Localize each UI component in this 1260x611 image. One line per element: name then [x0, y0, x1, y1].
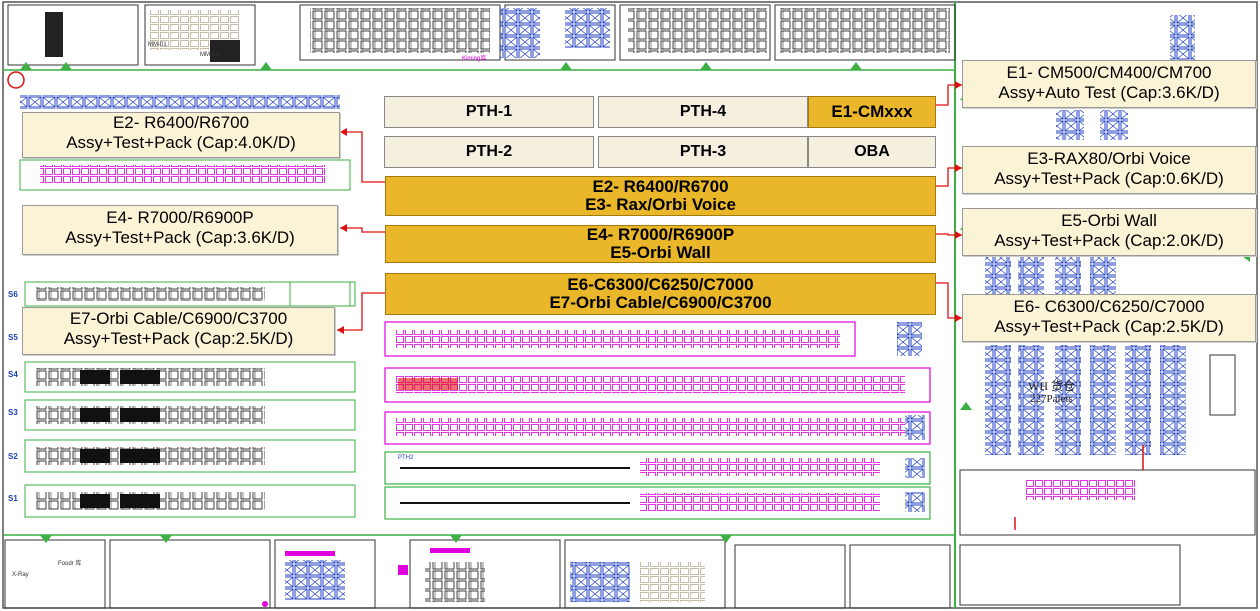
pth-tag-label: PTH2 [398, 455, 414, 461]
callout-e4-detail: Assy+Test+Pack (Cap:3.6K/D) [65, 228, 295, 248]
callout-e2: E2- R6400/R6700 Assy+Test+Pack (Cap:4.0K… [22, 112, 340, 158]
callout-e2-title: E2- R6400/R6700 [112, 113, 250, 132]
smt-label-s5: S5 [8, 333, 18, 342]
line-e4-e5: E4- R7000/R6900P E5-Orbi Wall [385, 225, 936, 263]
line-pth2: PTH-2 [384, 136, 594, 168]
line-pth1: PTH-1 [384, 96, 594, 128]
line-e1: E1-CMxxx [808, 96, 936, 128]
line-oba: OBA [808, 136, 936, 168]
xray-label: X-Ray [12, 572, 29, 578]
line-e4-label: E4- R7000/R6900P [586, 225, 735, 245]
callout-e6-detail: Assy+Test+Pack (Cap:2.5K/D) [994, 317, 1224, 337]
mm02-label: MM-02 [200, 52, 219, 58]
smt-label-s3: S3 [8, 408, 18, 417]
callout-e3-title: E3-RAX80/Orbi Voice [1027, 149, 1191, 168]
callout-e1: E1- CM500/CM400/CM700 Assy+Auto Test (Ca… [962, 60, 1256, 108]
line-pth4: PTH-4 [598, 96, 808, 128]
callout-e3-detail: Assy+Test+Pack (Cap:0.6K/D) [994, 169, 1224, 189]
callout-e7-detail: Assy+Test+Pack (Cap:2.5K/D) [63, 329, 294, 349]
foodr-label: Foodr 库 [58, 561, 82, 567]
callout-e4: E4- R7000/R6900P Assy+Test+Pack (Cap:3.6… [22, 205, 338, 255]
line-e7-label: E7-Orbi Cable/C6900/C3700 [549, 293, 772, 312]
callout-e5-title: E5-Orbi Wall [1061, 211, 1157, 230]
callout-e2-detail: Assy+Test+Pack (Cap:4.0K/D) [66, 133, 296, 153]
callout-e6-title: E6- C6300/C6250/C7000 [1013, 297, 1205, 316]
line-pth3: PTH-3 [598, 136, 808, 168]
callout-e3: E3-RAX80/Orbi Voice Assy+Test+Pack (Cap:… [962, 146, 1256, 194]
line-e5-label: E5-Orbi Wall [610, 243, 711, 262]
line-e6-label: E6-C6300/C6250/C7000 [567, 275, 754, 295]
smt-label-s2: S2 [8, 452, 18, 461]
callout-e5: E5-Orbi Wall Assy+Test+Pack (Cap:2.0K/D) [962, 208, 1256, 256]
line-e2-e3: E2- R6400/R6700 E3- Rax/Orbi Voice [385, 176, 936, 216]
callout-e7: E7-Orbi Cable/C6900/C3700 Assy+Test+Pack… [22, 307, 335, 355]
callout-e5-detail: Assy+Test+Pack (Cap:2.0K/D) [994, 231, 1224, 251]
smt-label-s6: S6 [8, 290, 18, 299]
callout-e4-title: E4- R7000/R6900P [106, 208, 254, 227]
mm01-label: MM-01 [148, 42, 167, 48]
callout-e1-detail: Assy+Auto Test (Cap:3.6K/D) [998, 83, 1220, 103]
kiming-label: Kiming库 [462, 56, 487, 62]
line-e2-label: E2- R6400/R6700 [592, 177, 729, 197]
smt-label-s1: S1 [8, 494, 18, 503]
smt-label-s4: S4 [8, 370, 18, 379]
callout-e7-title: E7-Orbi Cable/C6900/C3700 [69, 309, 288, 328]
warehouse-pallets: 227Palets [1030, 393, 1073, 405]
line-e6-e7: E6-C6300/C6250/C7000 E7-Orbi Cable/C6900… [385, 273, 936, 315]
line-e3-label: E3- Rax/Orbi Voice [585, 195, 736, 214]
callout-e1-title: E1- CM500/CM400/CM700 [1006, 63, 1212, 82]
callout-e6: E6- C6300/C6250/C7000 Assy+Test+Pack (Ca… [962, 294, 1256, 342]
warehouse-label: WH 货仓 [1028, 379, 1075, 393]
